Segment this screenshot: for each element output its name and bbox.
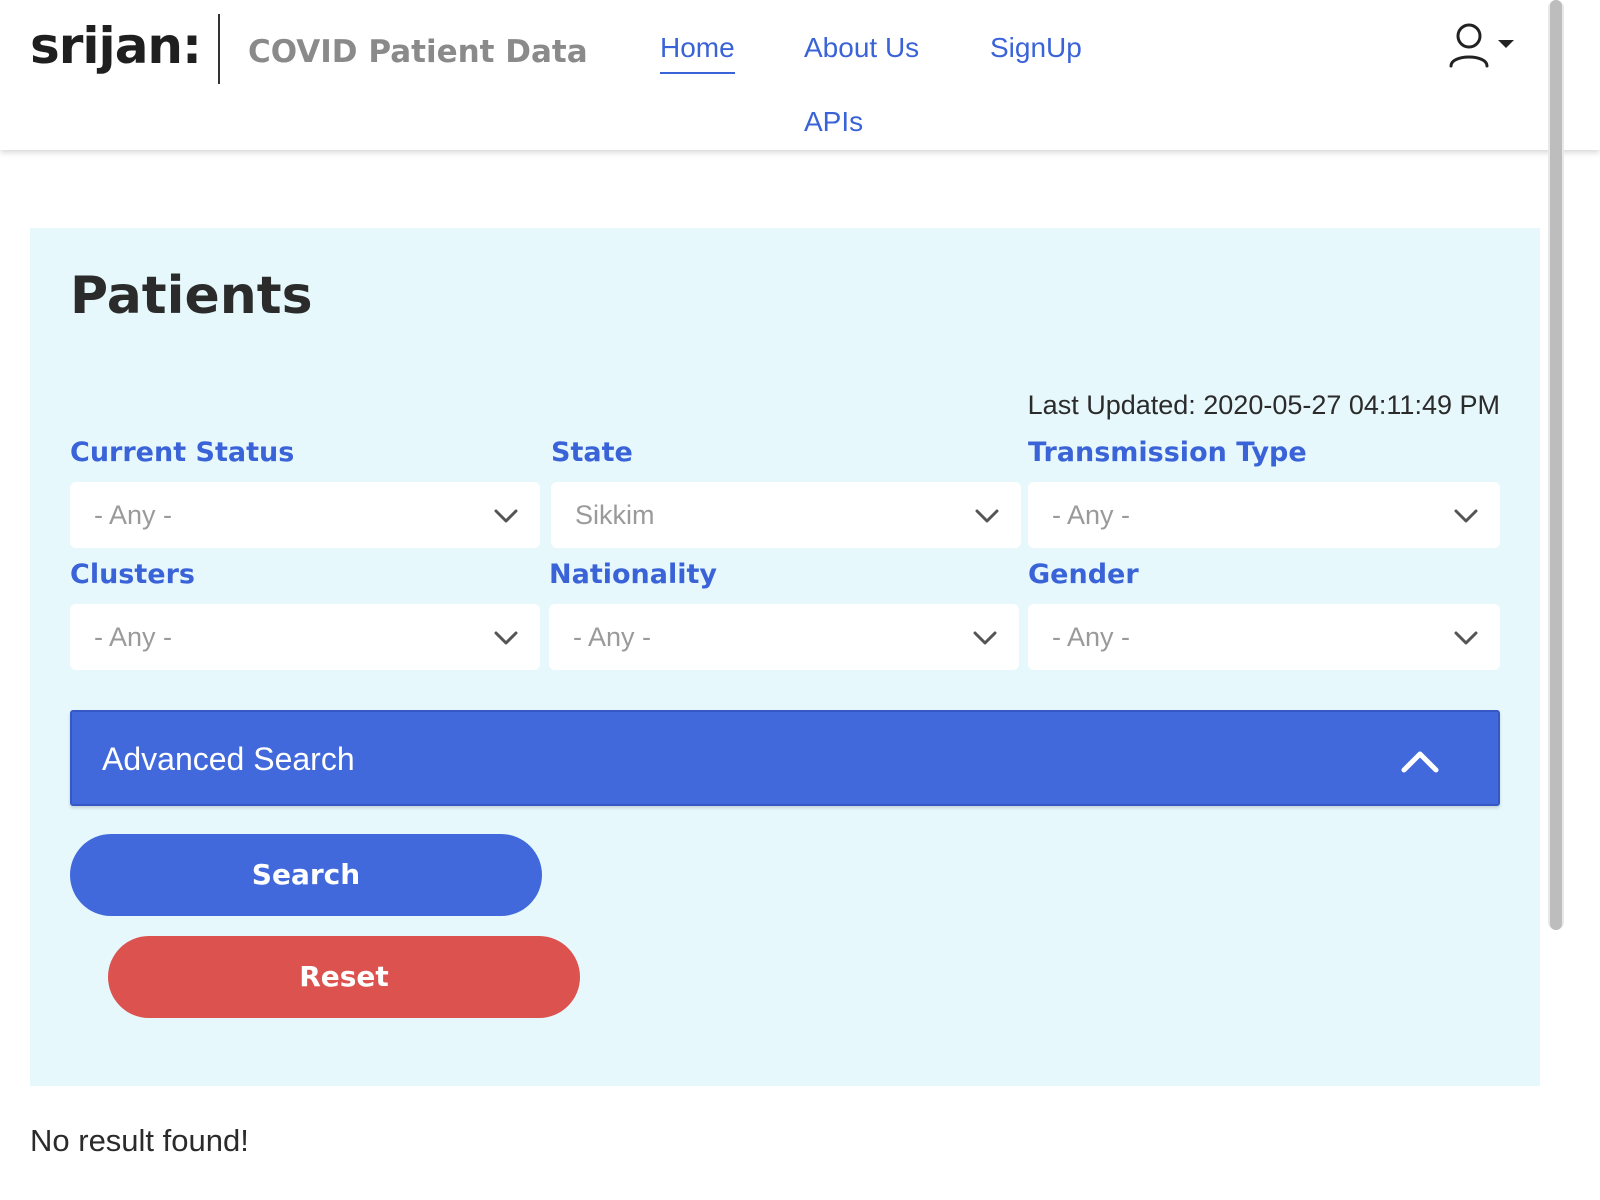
site-header: srijan: COVID Patient Data Home About Us… (0, 0, 1600, 150)
transmission-type-select[interactable]: - Any - (1028, 482, 1500, 548)
clusters-label: Clusters (70, 559, 195, 590)
nationality-label: Nationality (549, 559, 717, 590)
last-updated-text: Last Updated: 2020-05-27 04:11:49 PM (1027, 390, 1500, 420)
gender-select[interactable]: - Any - (1028, 604, 1500, 670)
nationality-value: - Any - (573, 622, 652, 652)
user-menu-button[interactable] (1448, 22, 1518, 70)
site-name: COVID Patient Data (248, 34, 588, 70)
gender-value: - Any - (1052, 622, 1131, 652)
site-logo[interactable]: srijan: (30, 14, 202, 78)
clusters-select[interactable]: - Any - (70, 604, 540, 670)
chevron-up-icon (1401, 751, 1439, 773)
patients-panel: Patients Last Updated: 2020-05-27 04:11:… (30, 228, 1540, 1086)
nav-signup-link[interactable]: SignUp (990, 30, 1082, 66)
chevron-down-icon (1454, 631, 1478, 645)
no-result-message: No result found! (30, 1123, 249, 1158)
reset-button[interactable]: Reset (108, 936, 580, 1018)
nav-about-link[interactable]: About Us (804, 30, 919, 66)
caret-down-icon (1498, 40, 1514, 48)
page-title: Patients (70, 266, 313, 326)
chevron-down-icon (973, 631, 997, 645)
clusters-value: - Any - (94, 622, 173, 652)
chevron-down-icon (494, 509, 518, 523)
nav-home-link[interactable]: Home (660, 30, 735, 74)
current-status-label: Current Status (70, 437, 295, 468)
page-scrollbar[interactable] (1548, 0, 1564, 930)
nav-apis-link[interactable]: APIs (804, 104, 863, 140)
state-select[interactable]: Sikkim (551, 482, 1021, 548)
search-button[interactable]: Search (70, 834, 542, 916)
chevron-down-icon (494, 631, 518, 645)
nationality-select[interactable]: - Any - (549, 604, 1019, 670)
transmission-type-value: - Any - (1052, 500, 1131, 530)
current-status-select[interactable]: - Any - (70, 482, 540, 548)
chevron-down-icon (975, 509, 999, 523)
user-icon (1449, 23, 1489, 68)
scrollbar-thumb[interactable] (1550, 0, 1562, 930)
chevron-down-icon (1454, 509, 1478, 523)
gender-label: Gender (1028, 559, 1139, 590)
state-value: Sikkim (575, 500, 655, 530)
current-status-value: - Any - (94, 500, 173, 530)
state-label: State (551, 437, 633, 468)
advanced-search-label: Advanced Search (102, 741, 355, 777)
transmission-type-label: Transmission Type (1028, 437, 1307, 468)
logo-divider (218, 14, 220, 84)
advanced-search-toggle[interactable]: Advanced Search (70, 710, 1500, 806)
